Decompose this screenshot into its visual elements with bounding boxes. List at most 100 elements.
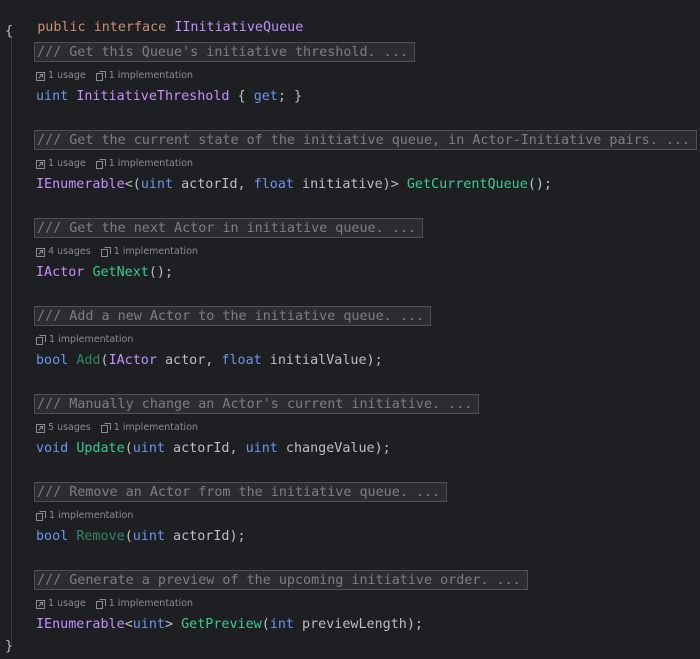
member-signature[interactable]: IEnumerable<(uint actorId, float initiat… bbox=[36, 176, 552, 194]
code-token: uint bbox=[245, 441, 278, 456]
code-token: actorId, bbox=[173, 177, 254, 192]
implementation-icon bbox=[36, 335, 49, 345]
code-editor[interactable]: public interface IInitiativeQueue { /// … bbox=[0, 0, 700, 659]
code-token: initialValue); bbox=[261, 353, 383, 368]
doc-comment-collapsed[interactable]: /// Generate a preview of the upcoming i… bbox=[34, 570, 528, 590]
usages-icon bbox=[36, 247, 48, 257]
implementation-icon bbox=[95, 159, 109, 169]
code-token: bool bbox=[36, 529, 69, 544]
implementation-icon bbox=[95, 599, 109, 609]
code-vision-hints: 1 usage 1 implementation bbox=[36, 157, 203, 171]
doc-comment-collapsed[interactable]: /// Manually change an Actor's current i… bbox=[34, 394, 480, 414]
code-token: actorId); bbox=[165, 529, 246, 544]
doc-comment-collapsed[interactable]: /// Add a new Actor to the initiative qu… bbox=[34, 306, 431, 326]
hint-label: 1 implementation bbox=[108, 158, 194, 169]
member-signature[interactable]: bool Add(IActor actor, float initialValu… bbox=[36, 352, 383, 370]
usages-hint[interactable]: 1 usage bbox=[36, 157, 86, 171]
code-token: uint bbox=[132, 441, 165, 456]
implementation-hint[interactable]: 1 implementation bbox=[100, 421, 199, 435]
member-signature[interactable]: bool Remove(uint actorId); bbox=[36, 528, 246, 546]
usages-icon bbox=[36, 423, 48, 433]
code-token: ( bbox=[124, 441, 133, 456]
code-token: IEnumerable bbox=[36, 177, 125, 192]
code-token: Update bbox=[76, 441, 125, 456]
code-token: previewLength); bbox=[294, 617, 423, 632]
code-token: ( bbox=[261, 617, 270, 632]
implementation-icon bbox=[36, 511, 49, 521]
hint-label: 1 implementation bbox=[49, 510, 134, 521]
hint-label: 4 usages bbox=[48, 246, 91, 257]
code-vision-hints: 1 implementation bbox=[36, 509, 143, 523]
hint-label: 1 implementation bbox=[108, 598, 194, 609]
interface-declaration[interactable]: public interface IInitiativeQueue bbox=[5, 1, 303, 35]
doc-comment-collapsed[interactable]: /// Get the next Actor in initiative que… bbox=[34, 218, 423, 238]
implementation-hint[interactable]: 1 implementation bbox=[36, 333, 133, 347]
code-token: InitiativeThreshold bbox=[76, 89, 230, 104]
code-token: IActor bbox=[108, 353, 157, 368]
code-vision-hints: 1 usage 1 implementation bbox=[36, 597, 203, 611]
code-token: void bbox=[36, 441, 69, 456]
hint-label: 1 implementation bbox=[49, 334, 134, 345]
code-token: uint bbox=[132, 617, 165, 632]
usages-hint[interactable]: 1 usage bbox=[36, 69, 86, 83]
code-token: get bbox=[253, 89, 278, 104]
code-token: GetNext bbox=[92, 265, 149, 280]
member-signature[interactable]: void Update(uint actorId, uint changeVal… bbox=[36, 440, 391, 458]
code-token: float bbox=[253, 177, 294, 192]
code-token: (); bbox=[527, 177, 552, 192]
implementation-icon bbox=[100, 247, 114, 257]
code-vision-hints: 1 usage 1 implementation bbox=[36, 69, 203, 83]
implementation-hint[interactable]: 1 implementation bbox=[36, 509, 133, 523]
member-signature[interactable]: uint InitiativeThreshold { get; } bbox=[36, 88, 302, 106]
keyword-interface: interface bbox=[93, 20, 167, 35]
open-brace: { bbox=[5, 24, 14, 39]
usages-hint[interactable]: 4 usages bbox=[36, 245, 91, 259]
code-token: IEnumerable bbox=[36, 617, 125, 632]
code-token: bool bbox=[36, 353, 69, 368]
implementation-hint[interactable]: 1 implementation bbox=[95, 597, 194, 611]
code-token: initiative)> bbox=[294, 177, 407, 192]
code-vision-hints: 5 usages 1 implementation bbox=[36, 421, 208, 435]
member-signature[interactable]: IEnumerable<uint> GetPreview(int preview… bbox=[36, 616, 423, 634]
code-token: int bbox=[269, 617, 294, 632]
code-token: GetCurrentQueue bbox=[406, 177, 528, 192]
code-token: { bbox=[229, 89, 254, 104]
code-token: uint bbox=[132, 529, 165, 544]
hint-label: 1 usage bbox=[48, 598, 86, 609]
member-signature[interactable]: IActor GetNext(); bbox=[36, 264, 173, 282]
implementation-hint[interactable]: 1 implementation bbox=[100, 245, 198, 259]
usages-hint[interactable]: 1 usage bbox=[36, 597, 86, 611]
code-vision-hints: 4 usages 1 implementation bbox=[36, 245, 208, 259]
doc-comment-collapsed[interactable]: /// Get the current state of the initiat… bbox=[34, 130, 698, 150]
hint-label: 1 implementation bbox=[108, 70, 194, 81]
usages-icon bbox=[36, 159, 48, 169]
implementation-icon bbox=[100, 423, 114, 433]
code-vision-hints: 1 implementation bbox=[36, 333, 143, 347]
code-token: (); bbox=[148, 265, 174, 280]
code-token: Remove bbox=[76, 529, 125, 544]
doc-comment-collapsed[interactable]: /// Get this Queue's initiative threshol… bbox=[34, 42, 415, 62]
hint-label: 1 implementation bbox=[113, 422, 199, 433]
code-token: IActor bbox=[36, 265, 85, 280]
doc-comment-collapsed[interactable]: /// Remove an Actor from the initiative … bbox=[34, 482, 448, 502]
indent-guide bbox=[11, 36, 12, 644]
hint-label: 1 usage bbox=[48, 70, 86, 81]
implementation-hint[interactable]: 1 implementation bbox=[95, 69, 194, 83]
code-token: > bbox=[165, 617, 182, 632]
code-token: < bbox=[124, 617, 133, 632]
interface-name[interactable]: IInitiativeQueue bbox=[174, 20, 303, 35]
code-token: uint bbox=[36, 89, 69, 104]
code-token: actor, bbox=[156, 353, 222, 368]
code-token: ( bbox=[124, 529, 133, 544]
code-token: <( bbox=[124, 177, 141, 192]
usages-icon bbox=[36, 71, 48, 81]
hint-label: 1 usage bbox=[48, 158, 86, 169]
close-brace: } bbox=[5, 639, 14, 654]
code-token: uint bbox=[140, 177, 174, 192]
code-token: GetPreview bbox=[181, 617, 262, 632]
usages-icon bbox=[36, 599, 48, 609]
implementation-icon bbox=[95, 71, 109, 81]
implementation-hint[interactable]: 1 implementation bbox=[95, 157, 194, 171]
code-token: changeValue); bbox=[277, 441, 391, 456]
usages-hint[interactable]: 5 usages bbox=[36, 421, 91, 435]
